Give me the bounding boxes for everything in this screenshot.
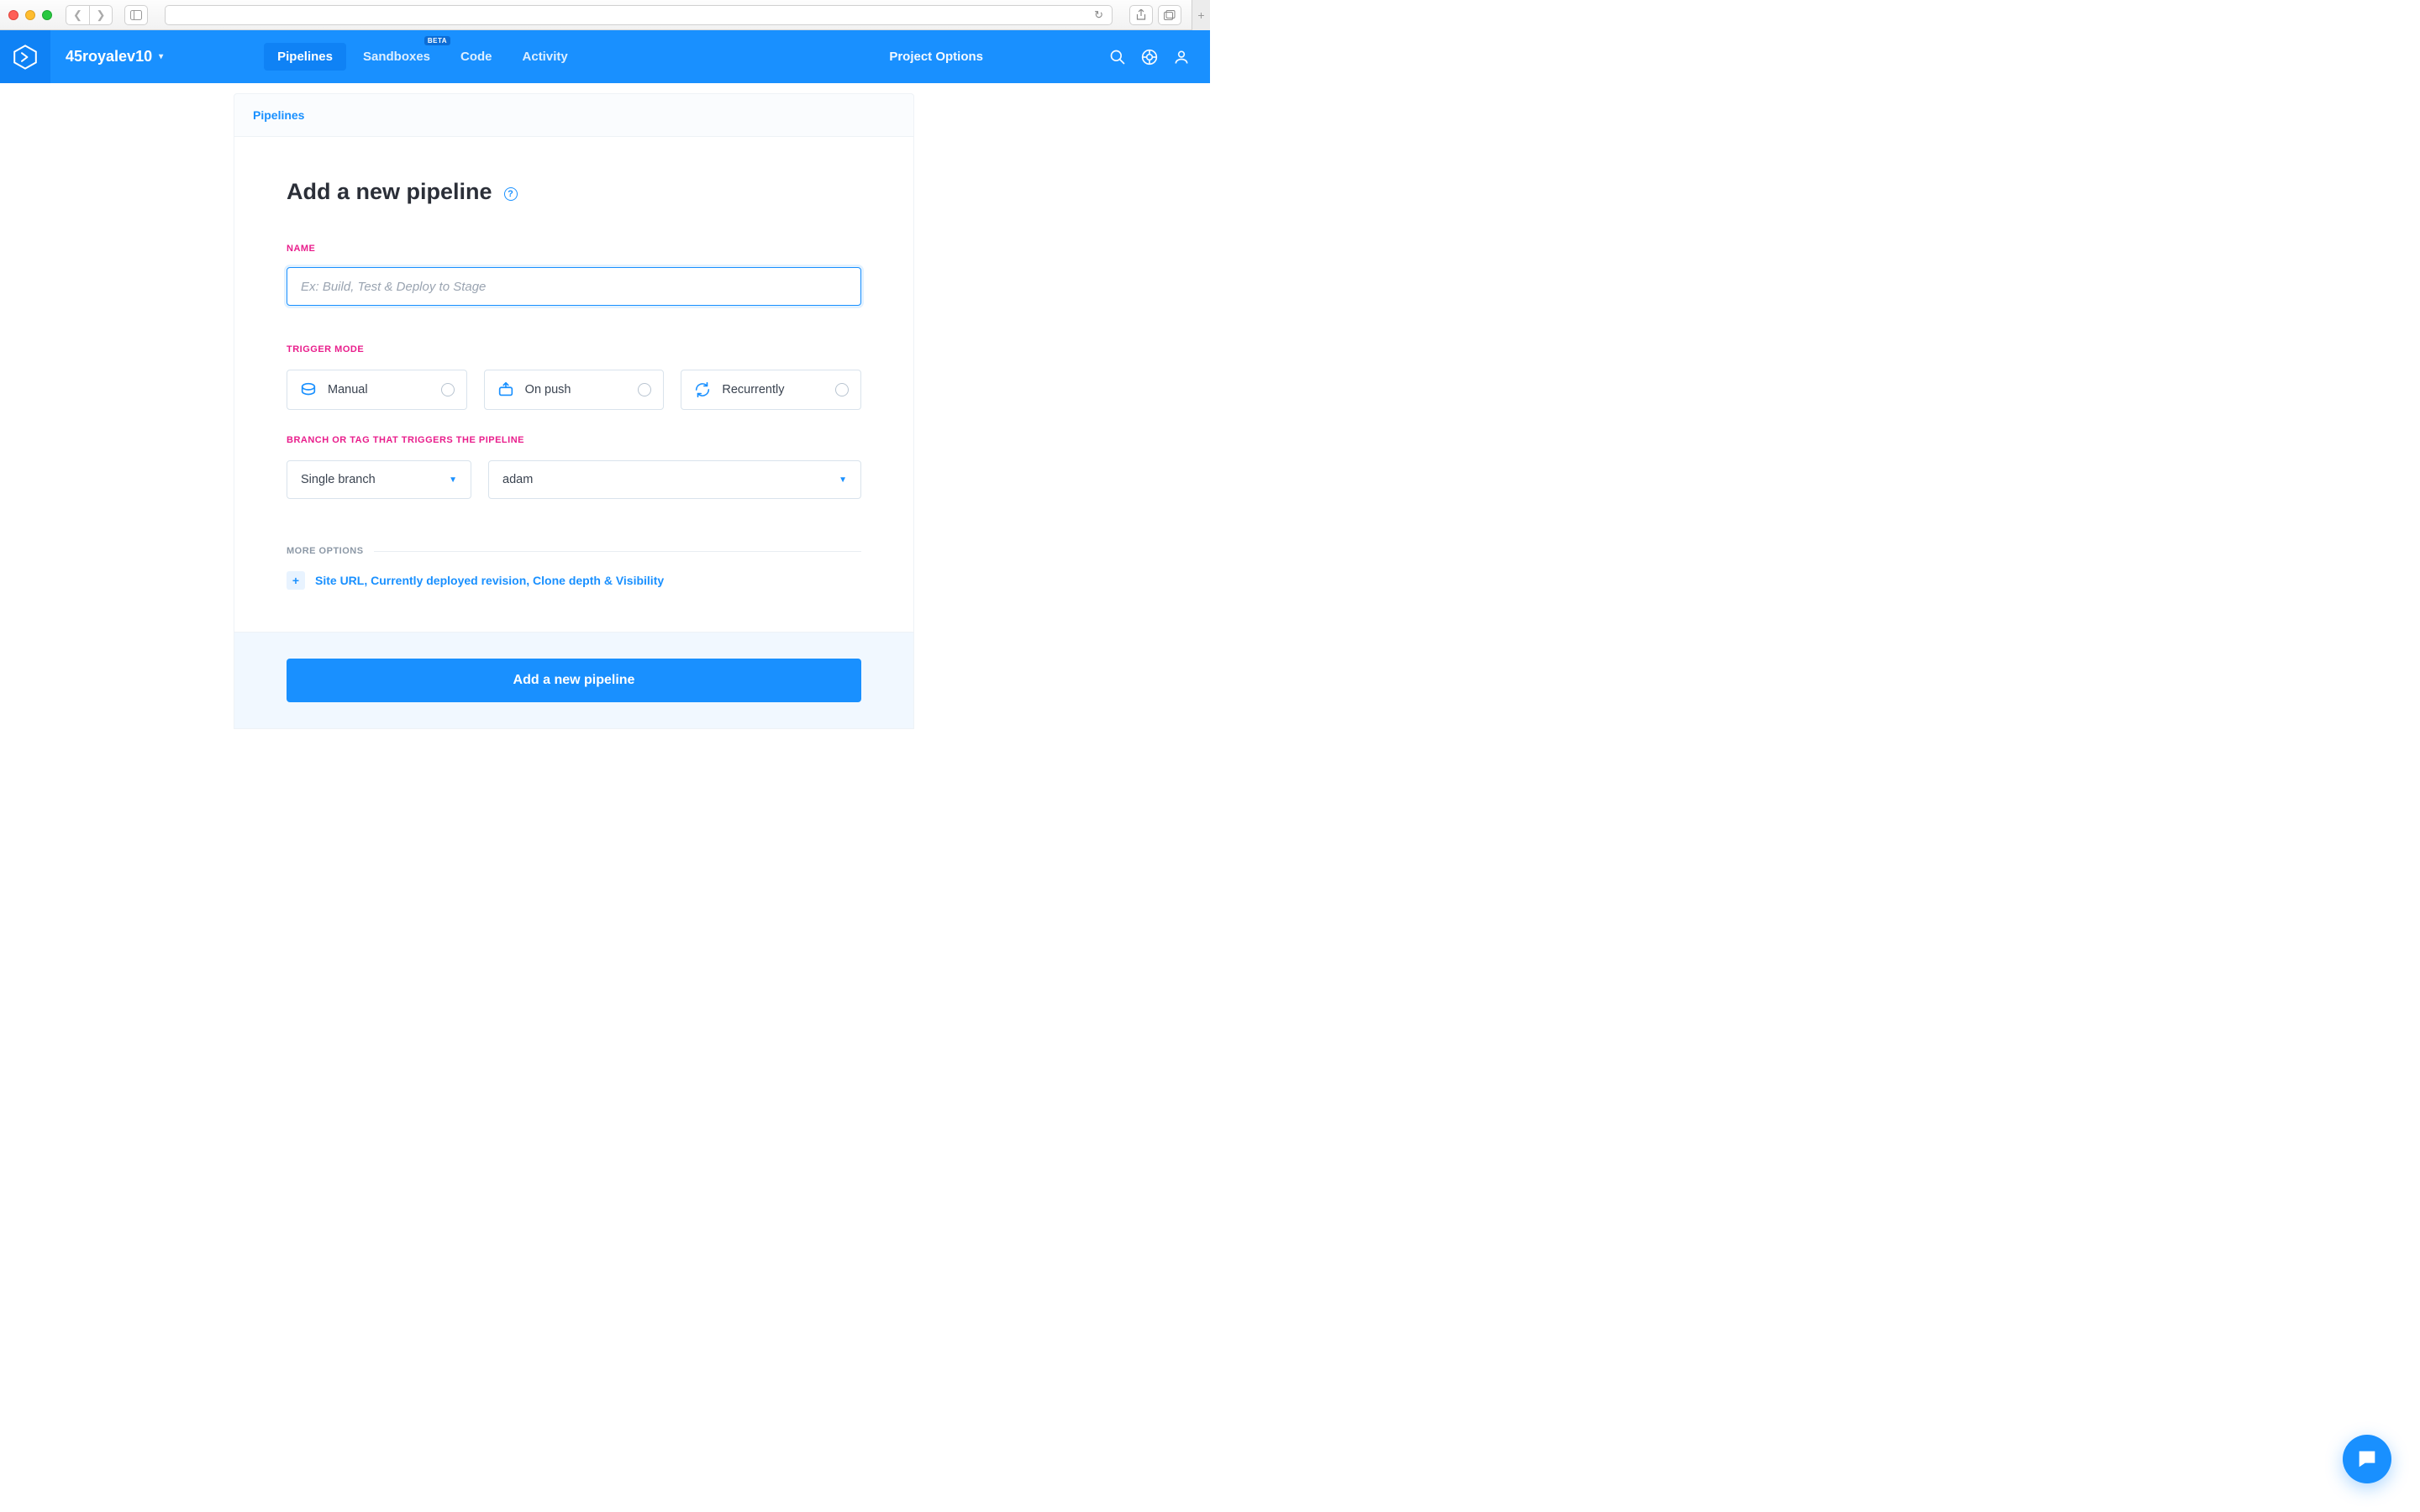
radio-icon xyxy=(638,383,651,396)
browser-back-forward: ❮ ❯ xyxy=(66,5,113,25)
trigger-manual-label: Manual xyxy=(328,383,431,396)
more-options-header: MORE OPTIONS xyxy=(287,546,861,556)
more-options-link[interactable]: Site URL, Currently deployed revision, C… xyxy=(315,574,664,587)
trigger-label: TRIGGER MODE xyxy=(287,344,861,354)
user-icon[interactable] xyxy=(1173,49,1190,66)
tabs-icon xyxy=(1164,10,1176,20)
trigger-manual[interactable]: Manual xyxy=(287,370,467,410)
form-card: Add a new pipeline ? NAME TRIGGER MODE M… xyxy=(234,137,914,633)
tabs-button[interactable] xyxy=(1158,5,1181,25)
recurrent-icon xyxy=(693,381,712,399)
nav-code[interactable]: Code xyxy=(447,43,506,71)
panel-icon xyxy=(130,10,142,20)
add-pipeline-button[interactable]: Add a new pipeline xyxy=(287,659,861,702)
radio-icon xyxy=(441,383,455,396)
share-icon xyxy=(1136,9,1146,21)
help-tooltip-icon[interactable]: ? xyxy=(504,187,518,201)
new-tab-button[interactable]: + xyxy=(1192,0,1210,30)
reload-icon[interactable]: ↻ xyxy=(1094,8,1103,22)
browser-sidebar-button[interactable] xyxy=(124,5,148,25)
branch-mode-value: Single branch xyxy=(301,473,376,486)
radio-icon xyxy=(835,383,849,396)
help-icon[interactable] xyxy=(1141,49,1158,66)
nav-pipelines[interactable]: Pipelines xyxy=(264,43,346,71)
page-title: Add a new pipeline ? xyxy=(287,179,861,205)
branch-mode-select[interactable]: Single branch ▼ xyxy=(287,460,471,499)
form-footer: Add a new pipeline xyxy=(234,633,914,729)
support-chat-button[interactable] xyxy=(2343,1435,2391,1483)
page-title-text: Add a new pipeline xyxy=(287,179,492,205)
chat-icon xyxy=(2355,1447,2379,1471)
more-options-label: MORE OPTIONS xyxy=(287,546,364,556)
browser-forward-button[interactable]: ❯ xyxy=(89,5,113,25)
branch-value: adam xyxy=(502,473,533,486)
branch-label: BRANCH OR TAG THAT TRIGGERS THE PIPELINE xyxy=(287,435,861,445)
address-bar[interactable]: ↻ xyxy=(165,5,1113,25)
manual-icon xyxy=(299,381,318,399)
search-icon[interactable] xyxy=(1109,49,1126,66)
trigger-mode-group: Manual On push Recurrently xyxy=(287,370,861,410)
browser-back-button[interactable]: ❮ xyxy=(66,5,89,25)
breadcrumb: Pipelines xyxy=(234,93,914,137)
close-window-icon[interactable] xyxy=(8,10,18,20)
share-button[interactable] xyxy=(1129,5,1153,25)
caret-down-icon: ▾ xyxy=(159,52,163,61)
project-name: 45royalev10 xyxy=(66,48,152,66)
trigger-recurrently-label: Recurrently xyxy=(722,383,825,396)
main-nav: Pipelines Sandboxes BETA Code Activity xyxy=(264,43,581,71)
branch-value-select[interactable]: adam ▼ xyxy=(488,460,861,499)
app-header: 45royalev10 ▾ Pipelines Sandboxes BETA C… xyxy=(0,30,1210,83)
minimize-window-icon[interactable] xyxy=(25,10,35,20)
beta-badge: BETA xyxy=(424,36,450,45)
maximize-window-icon[interactable] xyxy=(42,10,52,20)
push-icon xyxy=(497,381,515,399)
divider xyxy=(374,551,861,552)
trigger-on-push[interactable]: On push xyxy=(484,370,665,410)
breadcrumb-pipelines[interactable]: Pipelines xyxy=(253,108,304,122)
window-controls xyxy=(8,10,52,20)
page-body: Pipelines Add a new pipeline ? NAME TRIG… xyxy=(0,83,2420,1512)
name-label: NAME xyxy=(287,244,861,254)
logo-icon xyxy=(12,44,39,71)
trigger-on-push-label: On push xyxy=(525,383,629,396)
chevron-down-icon: ▼ xyxy=(449,475,457,485)
nav-sandboxes-label: Sandboxes xyxy=(363,50,430,64)
browser-chrome: ❮ ❯ ↻ + xyxy=(0,0,1210,30)
pipeline-name-input[interactable] xyxy=(287,267,861,306)
nav-sandboxes[interactable]: Sandboxes BETA xyxy=(350,43,444,71)
project-switcher[interactable]: 45royalev10 ▾ xyxy=(66,48,163,66)
nav-activity[interactable]: Activity xyxy=(509,43,581,71)
chevron-down-icon: ▼ xyxy=(839,475,847,485)
project-options-link[interactable]: Project Options xyxy=(889,50,983,64)
app-logo[interactable] xyxy=(0,30,50,83)
trigger-recurrently[interactable]: Recurrently xyxy=(681,370,861,410)
expand-more-options-button[interactable]: + xyxy=(287,571,305,590)
